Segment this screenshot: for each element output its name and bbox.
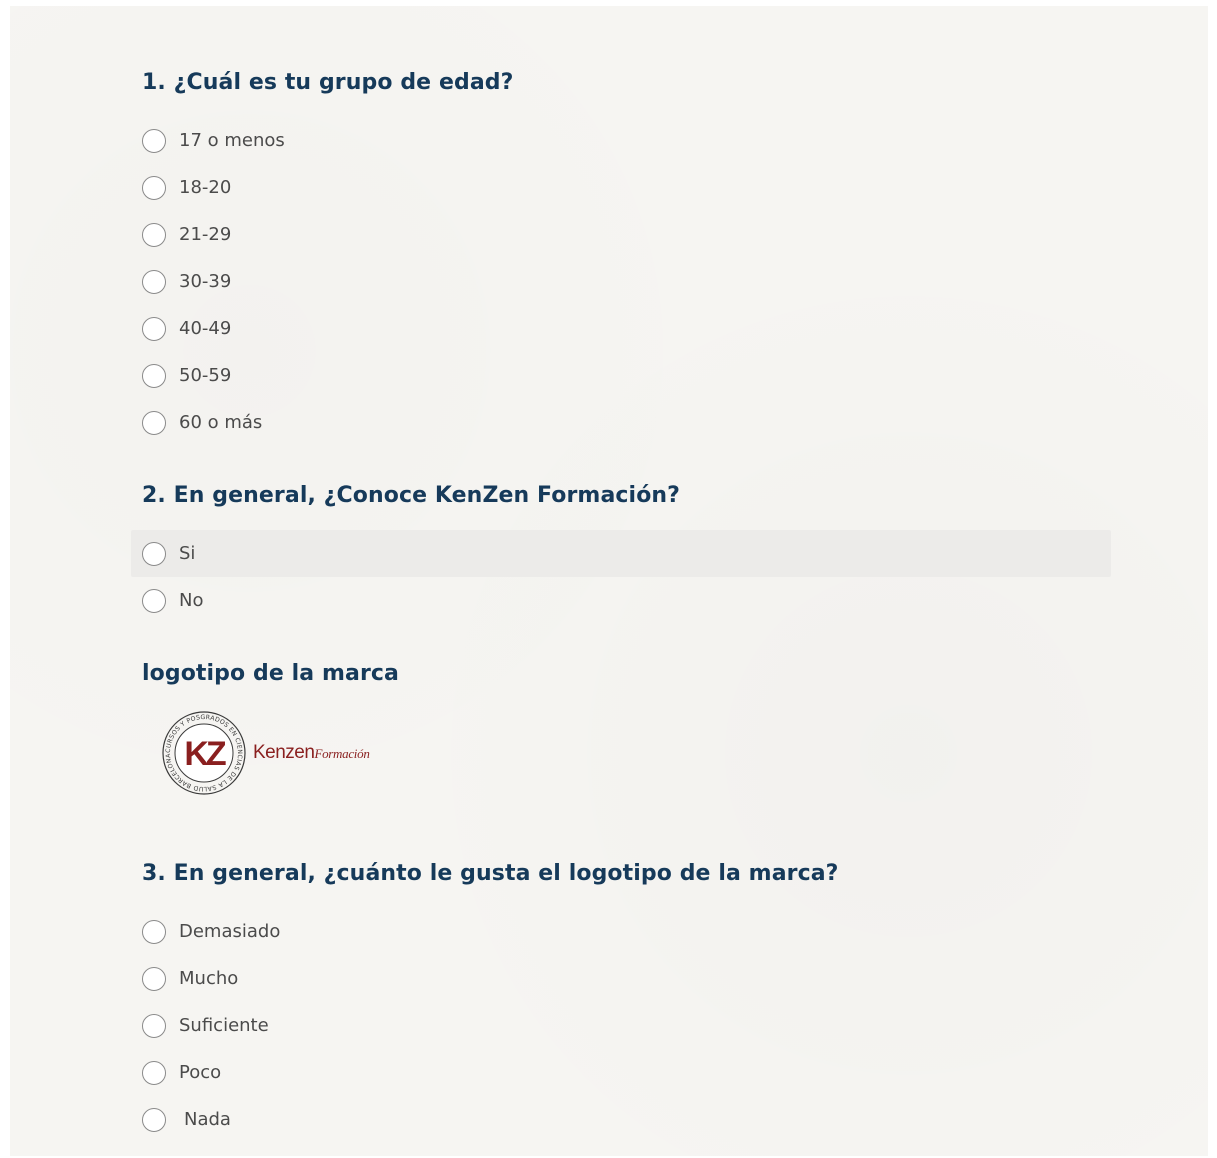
question-title: 1. ¿Cuál es tu grupo de edad? — [142, 70, 514, 95]
radio-option-18-20[interactable]: 18-20 — [131, 164, 1111, 211]
radio-button[interactable] — [142, 175, 166, 200]
logo-section: logotipo de la marca CURSOS Y POSGRADOS … — [131, 660, 1111, 796]
radio-group-age: 17 o menos 18-20 21-29 30-39 40-49 50-59 — [131, 117, 1111, 446]
option-label: 60 o más — [179, 411, 263, 433]
radio-button[interactable] — [142, 1060, 166, 1085]
option-label: Suficiente — [179, 1014, 269, 1036]
radio-group-liking: Demasiado Mucho Suficiente Poco Nada — [131, 908, 1111, 1143]
option-label: 50-59 — [179, 364, 232, 386]
radio-button[interactable] — [142, 128, 166, 153]
radio-button[interactable] — [142, 588, 166, 613]
option-label: 30-39 — [179, 270, 232, 292]
radio-option-nada[interactable]: Nada — [131, 1096, 1111, 1143]
radio-button[interactable] — [142, 363, 166, 388]
logo-wordmark: Kenzen Formación — [253, 742, 370, 764]
radio-button[interactable] — [142, 919, 166, 944]
radio-button[interactable] — [142, 966, 166, 991]
radio-option-60-o-mas[interactable]: 60 o más — [131, 399, 1111, 446]
radio-group-knows: Si No — [131, 530, 1111, 624]
radio-option-no[interactable]: No — [131, 577, 1111, 624]
kz-seal-icon: CURSOS Y POSGRADOS EN CIENCIAS DE LA SAL… — [162, 711, 246, 795]
radio-button[interactable] — [142, 1013, 166, 1038]
survey-page: 1. ¿Cuál es tu grupo de edad? 17 o menos… — [10, 6, 1208, 1156]
option-label: 17 o menos — [179, 129, 285, 151]
radio-option-si[interactable]: Si — [131, 530, 1111, 577]
option-label: 18-20 — [179, 176, 232, 198]
radio-option-21-29[interactable]: 21-29 — [131, 211, 1111, 258]
radio-option-demasiado[interactable]: Demasiado — [131, 908, 1111, 955]
brand-logo: CURSOS Y POSGRADOS EN CIENCIAS DE LA SAL… — [161, 710, 1111, 796]
option-label: No — [179, 589, 204, 611]
radio-option-suficiente[interactable]: Suficiente — [131, 1002, 1111, 1049]
option-label: Poco — [179, 1061, 222, 1083]
radio-button[interactable] — [142, 410, 166, 435]
radio-option-17-o-menos[interactable]: 17 o menos — [131, 117, 1111, 164]
option-label: Demasiado — [179, 920, 281, 942]
option-label: 40-49 — [179, 317, 232, 339]
logo-brand-sub: Formación — [314, 746, 370, 761]
radio-option-30-39[interactable]: 30-39 — [131, 258, 1111, 305]
radio-option-mucho[interactable]: Mucho — [131, 955, 1111, 1002]
radio-button[interactable] — [142, 541, 166, 566]
question-title: 3. En general, ¿cuánto le gusta el logot… — [142, 861, 839, 886]
option-label: Si — [179, 542, 196, 564]
question-logo-liking: 3. En general, ¿cuánto le gusta el logot… — [131, 860, 1111, 1143]
radio-button[interactable] — [142, 222, 166, 247]
seal-monogram: KZ — [184, 735, 226, 773]
radio-option-poco[interactable]: Poco — [131, 1049, 1111, 1096]
question-age-group: 1. ¿Cuál es tu grupo de edad? 17 o menos… — [131, 69, 1111, 446]
option-label: 21-29 — [179, 223, 232, 245]
radio-button[interactable] — [142, 316, 166, 341]
option-label: Nada — [184, 1108, 231, 1130]
radio-button[interactable] — [142, 269, 166, 294]
question-title: 2. En general, ¿Conoce KenZen Formación? — [142, 483, 681, 508]
logo-brand-name: Kenzen — [253, 742, 315, 763]
section-title: logotipo de la marca — [142, 661, 399, 686]
radio-option-50-59[interactable]: 50-59 — [131, 352, 1111, 399]
question-knows-kenzen: 2. En general, ¿Conoce KenZen Formación?… — [131, 482, 1111, 624]
option-label: Mucho — [179, 967, 239, 989]
radio-option-40-49[interactable]: 40-49 — [131, 305, 1111, 352]
radio-button[interactable] — [142, 1107, 166, 1132]
